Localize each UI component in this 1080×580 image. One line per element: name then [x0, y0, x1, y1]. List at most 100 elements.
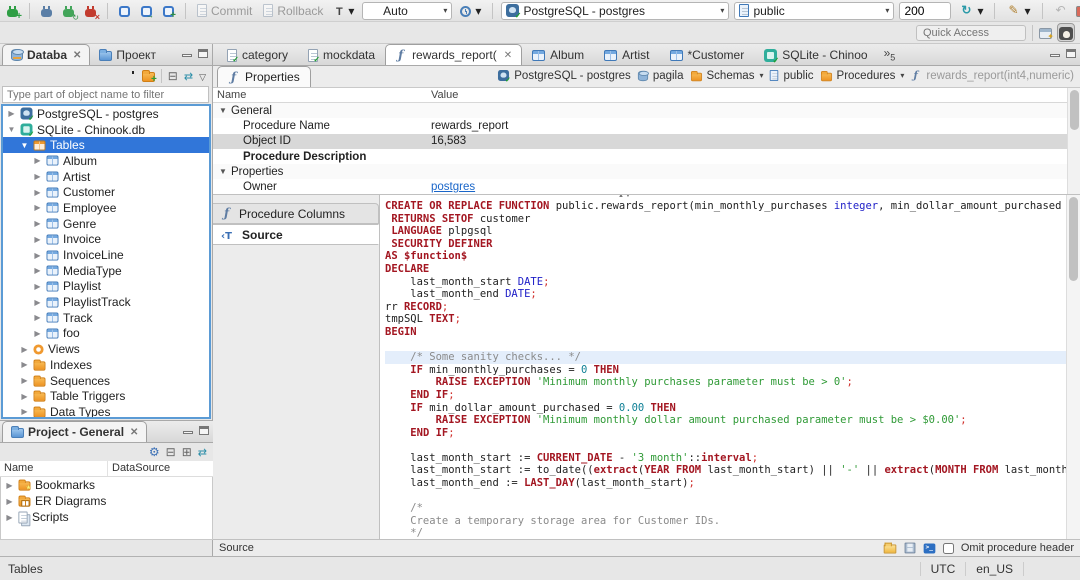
tree-item-invoice[interactable]: ▶ Invoice — [3, 232, 209, 248]
source-scrollbar[interactable] — [1066, 195, 1080, 539]
project-item-scripts[interactable]: ▶ Scripts — [1, 509, 212, 525]
property-row-procedure-description[interactable]: Procedure Description — [213, 149, 1080, 164]
load-from-file-icon[interactable] — [883, 542, 897, 554]
source-code[interactable]: CREATE OR REPLACE FUNCTION public.reward… — [380, 195, 1080, 539]
breadcrumb-item[interactable]: pagila — [637, 70, 684, 82]
open-console-icon[interactable] — [923, 543, 936, 554]
sql-editor-button[interactable] — [116, 4, 133, 18]
tree-item-playlisttrack[interactable]: ▶ PlaylistTrack — [3, 294, 209, 310]
schema-select[interactable]: public ▾ — [734, 1, 895, 20]
property-row-properties[interactable]: ▼ Properties — [213, 164, 1080, 180]
dropdown-caret-icon[interactable]: ▾ — [885, 6, 889, 15]
caret-menu-icon[interactable] — [199, 69, 206, 83]
column-value[interactable]: Value — [427, 88, 462, 102]
column-name[interactable]: Name — [213, 88, 427, 102]
tab-project-general[interactable]: Project - General ✕ — [2, 421, 148, 442]
tree-item-employee[interactable]: ▶ Employee — [3, 200, 209, 216]
side-tab-procedure-columns[interactable]: Procedure Columns — [213, 203, 379, 224]
tab-properties[interactable]: Properties — [217, 66, 311, 87]
tree-item-views[interactable]: ▶ Views — [3, 341, 209, 357]
close-icon[interactable]: ✕ — [130, 427, 138, 438]
disclosure-down-icon[interactable]: ▼ — [219, 106, 228, 115]
dropdown-caret-icon[interactable]: ▾ — [348, 4, 354, 18]
collapse-icon[interactable] — [168, 69, 178, 83]
tree-item-foo[interactable]: ▶ foo — [3, 326, 209, 342]
project-item-er-diagrams[interactable]: ▶ ER Diagrams — [1, 493, 212, 509]
tree-item-playlist[interactable]: ▶ Playlist — [3, 279, 209, 295]
dropdown-caret-icon[interactable]: ▾ — [720, 6, 724, 15]
column-datasource[interactable]: DataSource — [108, 461, 174, 476]
tree-item-mediatype[interactable]: ▶ MediaType — [3, 263, 209, 279]
tx-mode-select[interactable]: Auto ▾ — [362, 1, 453, 20]
disclosure-right-icon[interactable]: ▶ — [33, 298, 42, 307]
dropdown-caret-icon[interactable]: ▾ — [1024, 4, 1030, 18]
disclosure-right-icon[interactable]: ▶ — [33, 282, 42, 291]
close-icon[interactable]: ✕ — [504, 50, 512, 61]
object-filter-input[interactable] — [2, 86, 209, 103]
quick-access-input[interactable] — [916, 24, 1026, 41]
dropdown-caret-icon[interactable]: ▾ — [977, 4, 983, 18]
editor-tab-category[interactable]: category — [217, 44, 298, 65]
dropdown-caret-icon[interactable]: ▾ — [900, 71, 904, 80]
sidebar-tab-проект[interactable]: Проект — [90, 44, 165, 65]
column-name[interactable]: Name — [0, 461, 108, 476]
disclosure-right-icon[interactable]: ▶ — [33, 235, 42, 244]
disclosure-down-icon[interactable]: ▼ — [7, 125, 16, 134]
tree-item-sequences[interactable]: ▶ Sequences — [3, 373, 209, 389]
maximize-icon[interactable] — [198, 49, 208, 58]
tree-item-invoiceline[interactable]: ▶ InvoiceLine — [3, 247, 209, 263]
disclosure-right-icon[interactable]: ▶ — [33, 203, 42, 212]
property-row-general[interactable]: ▼ General — [213, 103, 1080, 119]
property-row-owner[interactable]: Owner postgres — [213, 179, 1080, 194]
open-sql-editor-button[interactable] — [138, 4, 155, 20]
error-log-icon[interactable] — [1075, 5, 1080, 17]
disclosure-right-icon[interactable]: ▶ — [20, 392, 29, 401]
maximize-icon[interactable] — [199, 426, 209, 435]
editor-tab-rewards-report-[interactable]: rewards_report(✕ — [385, 44, 523, 65]
breadcrumb-item[interactable]: rewards_report(int4,numeric) — [910, 69, 1074, 82]
property-row-object-id[interactable]: Object ID 16,583 — [213, 133, 1080, 149]
tree-item-track[interactable]: ▶ Track — [3, 310, 209, 326]
tree-item-customer[interactable]: ▶ Customer — [3, 184, 209, 200]
connect-new-icon[interactable] — [125, 74, 136, 82]
breadcrumb-item[interactable]: Schemas ▾ — [690, 70, 763, 82]
project-item-bookmarks[interactable]: ▶ Bookmarks — [1, 477, 212, 493]
disclosure-right-icon[interactable]: ▶ — [20, 407, 29, 416]
disclosure-right-icon[interactable]: ▶ — [5, 513, 14, 522]
maximize-icon[interactable] — [1066, 49, 1076, 58]
tree-item-artist[interactable]: ▶ Artist — [3, 169, 209, 185]
compare-pen-button[interactable]: ▾ — [1003, 3, 1033, 19]
disclosure-right-icon[interactable]: ▶ — [33, 329, 42, 338]
minimize-icon[interactable] — [1050, 54, 1060, 57]
history-button[interactable]: ▾ — [457, 3, 484, 19]
editor-tab--customer[interactable]: *Customer — [660, 44, 755, 65]
tree-item-genre[interactable]: ▶ Genre — [3, 216, 209, 232]
property-row-procedure-name[interactable]: Procedure Name rewards_report — [213, 118, 1080, 133]
locale-indicator[interactable]: en_US — [965, 561, 1024, 576]
splitter-sash[interactable]: ▲▼ — [618, 195, 632, 199]
timezone-indicator[interactable]: UTC — [919, 561, 966, 576]
link-icon[interactable] — [198, 445, 207, 459]
tree-item-album[interactable]: ▶ Album — [3, 153, 209, 169]
disclosure-down-icon[interactable]: ▼ — [20, 141, 29, 150]
disclosure-right-icon[interactable]: ▶ — [33, 251, 42, 260]
close-icon[interactable]: ✕ — [73, 50, 81, 61]
rollback-button[interactable]: Rollback — [260, 3, 326, 19]
dbeaver-perspective-button[interactable] — [1057, 23, 1075, 42]
disclosure-right-icon[interactable]: ▶ — [33, 219, 42, 228]
editor-tab-album[interactable]: Album — [522, 44, 594, 65]
tree-item-indexes[interactable]: ▶ Indexes — [3, 357, 209, 373]
disclosure-right-icon[interactable]: ▶ — [33, 188, 42, 197]
link-icon[interactable] — [184, 69, 193, 83]
breadcrumb-item[interactable]: PostgreSQL - postgres — [497, 69, 631, 84]
reconnect-button[interactable] — [60, 4, 79, 22]
disclosure-right-icon[interactable]: ▶ — [33, 172, 42, 181]
commit-button[interactable]: Commit — [194, 3, 255, 19]
editor-tab-mockdata[interactable]: mockdata — [298, 44, 385, 65]
dropdown-caret-icon[interactable]: ▾ — [443, 6, 447, 15]
open-perspective-button[interactable] — [1039, 25, 1054, 41]
collapse-icon[interactable] — [166, 445, 176, 459]
tree-item-tables[interactable]: ▼ Tables — [3, 137, 209, 154]
disclosure-right-icon[interactable]: ▶ — [5, 497, 14, 506]
properties-scrollbar[interactable] — [1067, 88, 1080, 194]
